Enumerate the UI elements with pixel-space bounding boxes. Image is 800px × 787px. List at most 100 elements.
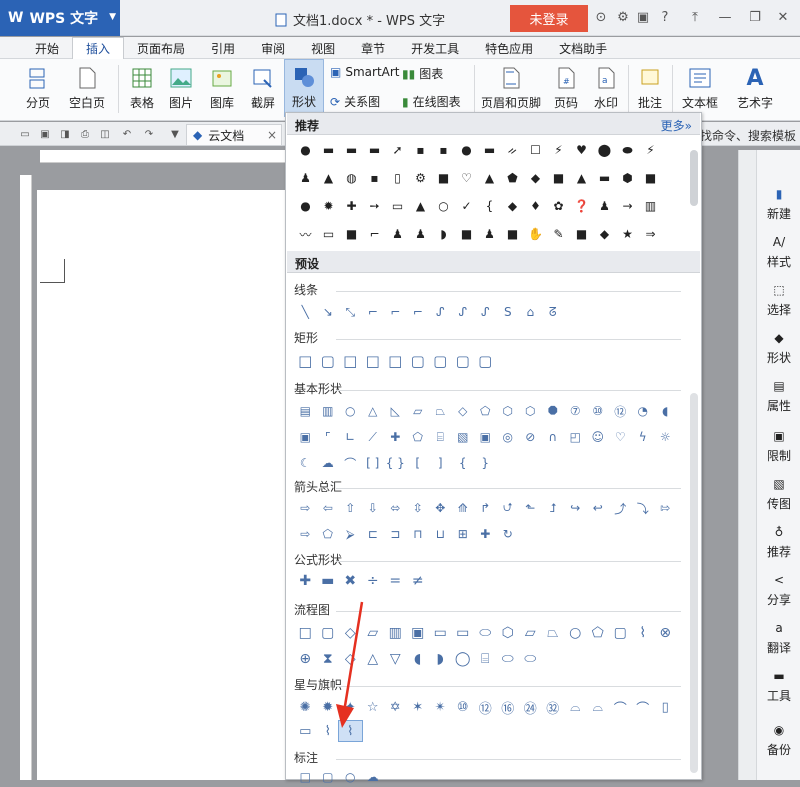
book-shape-icon[interactable]: ▬ — [593, 168, 616, 188]
double-arrow-line-shape-icon[interactable]: ⤡ — [339, 302, 362, 322]
half-frame-shape-icon[interactable]: ⌜ — [317, 427, 340, 447]
tab-view[interactable]: 视图 — [298, 37, 348, 59]
sidebar-item-backup[interactable]: ◉ 备份 — [757, 722, 800, 758]
square-shape-icon[interactable]: ■ — [570, 224, 593, 244]
restore-icon[interactable]: ❐ — [746, 8, 764, 26]
star24-shape-icon[interactable]: ㉔ — [519, 697, 542, 717]
sidebar-item-shape[interactable]: ◆ 形状 — [757, 330, 800, 366]
relation-chart-button[interactable]: ⟳ 关系图 — [330, 93, 380, 110]
predefined-process-shape-icon[interactable]: ▥ — [384, 623, 407, 643]
preview-icon[interactable]: ◫ — [98, 127, 112, 141]
equal-shape-icon[interactable]: = — [384, 571, 407, 591]
triangle-shape-icon[interactable]: ▲ — [478, 168, 501, 188]
block-arc-shape-icon[interactable]: ∩ — [542, 427, 565, 447]
cloud-sync-icon[interactable]: ▣ — [634, 8, 652, 26]
circle-shape-icon[interactable]: ● — [294, 140, 317, 160]
textbox-shape-icon[interactable]: ▤ — [294, 401, 317, 421]
summing-junction-shape-icon[interactable]: ⊗ — [654, 623, 677, 643]
arrow-right-shape-icon[interactable]: ➙ — [363, 196, 386, 216]
tab-references[interactable]: 引用 — [198, 37, 248, 59]
undo-icon[interactable]: ↶ — [120, 127, 134, 141]
left-right-arrow-shape-icon[interactable]: ⬄ — [384, 498, 407, 518]
quad-arrow-callout-shape-icon[interactable]: ✚ — [474, 524, 497, 544]
question-shape-icon[interactable]: ❓ — [570, 196, 593, 216]
quad-arrow-shape-icon[interactable]: ✥ — [429, 498, 452, 518]
curved-right-arrow-shape-icon[interactable]: ↪ — [564, 498, 587, 518]
tab-section[interactable]: 章节 — [348, 37, 398, 59]
preparation-shape-icon[interactable]: ⬡ — [497, 623, 520, 643]
curve-arrow-shape-icon[interactable]: ᔑ — [452, 302, 475, 322]
sequential-access-shape-icon[interactable]: ◯ — [452, 649, 475, 669]
leaf-shape-icon[interactable]: ◗ — [432, 224, 455, 244]
chart-button[interactable]: ▮▮ 图表 — [402, 65, 443, 82]
diamond-shape-icon[interactable]: ◆ — [501, 196, 524, 216]
connector-shape-icon[interactable]: ○ — [564, 623, 587, 643]
right-arrow-shape-icon[interactable]: ⇨ — [294, 498, 317, 518]
circle-shape-icon[interactable]: ● — [294, 196, 317, 216]
up-arrow-shape-icon[interactable]: ⇧ — [339, 498, 362, 518]
ribbon-up-shape-icon[interactable]: ⌓ — [564, 697, 587, 717]
online-chart-button[interactable]: ▮ 在线图表 — [402, 93, 461, 110]
textbox-button[interactable]: 文本框 — [676, 59, 724, 117]
arrow-line-shape-icon[interactable]: ↘ — [317, 302, 340, 322]
left-arrow-callout-shape-icon[interactable]: ⊐ — [384, 524, 407, 544]
can-shape-icon[interactable]: ⌸ — [429, 427, 452, 447]
chart-shape-icon[interactable]: ▥ — [639, 196, 662, 216]
document-page[interactable] — [37, 190, 285, 780]
cross-shape-icon[interactable]: ✚ — [384, 427, 407, 447]
triangle-shape-icon[interactable]: ▲ — [409, 196, 432, 216]
ribbon-down-shape-icon[interactable]: ⌓ — [587, 697, 610, 717]
right-arrow-callout-shape-icon[interactable]: ⊏ — [362, 524, 385, 544]
phone-shape-icon[interactable]: ▯ — [386, 168, 409, 188]
triangle-shape-icon[interactable]: △ — [362, 401, 385, 421]
bracket-shape-icon[interactable]: ⌐ — [363, 224, 386, 244]
manual-input-shape-icon[interactable]: ▱ — [519, 623, 542, 643]
no-symbol-shape-icon[interactable]: ⊘ — [519, 427, 542, 447]
cube-shape-icon[interactable]: ▧ — [452, 427, 475, 447]
chevron-shape-icon[interactable]: ⮚ — [339, 524, 362, 544]
preset-scrollbar[interactable] — [690, 393, 698, 773]
watermark-button[interactable]: a 水印 — [588, 59, 624, 117]
sidebar-item-translate[interactable]: a 翻译 — [757, 620, 800, 656]
sidebar-item-properties[interactable]: ▤ 属性 — [757, 378, 800, 414]
sidebar-item-upload-picture[interactable]: ▧ 传图 — [757, 476, 800, 512]
up-down-arrow-shape-icon[interactable]: ⇳ — [407, 498, 430, 518]
people-shape-icon[interactable]: ♟ — [593, 196, 616, 216]
diagonal-stripe-shape-icon[interactable]: ⟋ — [362, 427, 385, 447]
star10-shape-icon[interactable]: ⑩ — [452, 697, 475, 717]
document-shape-icon[interactable]: ▭ — [429, 623, 452, 643]
comment-button[interactable]: 批注 — [632, 59, 668, 117]
edit-shape-icon[interactable]: ✎ — [547, 224, 570, 244]
screenshot-button[interactable]: 截屏 — [244, 59, 282, 117]
curve-shape-icon[interactable]: S — [497, 302, 520, 322]
monitor-shape-icon[interactable]: ▭ — [386, 196, 409, 216]
pie-shape-icon[interactable]: ◔ — [632, 401, 655, 421]
gear-shape-icon[interactable]: ✿ — [547, 196, 570, 216]
delay-shape-icon[interactable]: ◗ — [429, 649, 452, 669]
internal-storage-shape-icon[interactable]: ▣ — [407, 623, 430, 643]
heart-outline-shape-icon[interactable]: ♡ — [455, 168, 478, 188]
sidebar-item-new[interactable]: ▮ 新建 — [757, 186, 800, 222]
square-shape-icon[interactable]: ■ — [639, 168, 662, 188]
curved-down-arrow-shape-icon[interactable]: ⤵ — [632, 498, 655, 518]
multiply-shape-icon[interactable]: ✖ — [339, 571, 362, 591]
parallelogram-shape-icon[interactable]: ▱ — [407, 401, 430, 421]
sun-shape-icon[interactable]: ☼ — [654, 427, 677, 447]
elbow-connector-shape-icon[interactable]: ⌐ — [362, 302, 385, 322]
print-icon[interactable]: ⎙ — [78, 127, 92, 141]
curved-ribbon-shape-icon[interactable]: ⌒ — [632, 697, 655, 717]
merge-shape-icon[interactable]: ▽ — [384, 649, 407, 669]
or-shape-icon[interactable]: ⊕ — [294, 649, 317, 669]
left-up-arrow-shape-icon[interactable]: ⬑ — [519, 498, 542, 518]
tab-page-layout[interactable]: 页面布局 — [124, 37, 198, 59]
gear-shape-icon[interactable]: ⚙ — [409, 168, 432, 188]
manual-operation-shape-icon[interactable]: ⏢ — [542, 623, 565, 643]
pentagon-arrow-shape-icon[interactable]: ⬠ — [317, 524, 340, 544]
rectangle-shape-icon[interactable]: ▬ — [478, 140, 501, 160]
horizontal-scroll-shape-icon[interactable]: ▭ — [294, 721, 317, 741]
multidocument-shape-icon[interactable]: ▭ — [452, 623, 475, 643]
folded-corner-shape-icon[interactable]: ◰ — [564, 427, 587, 447]
sidebar-item-style[interactable]: A/样式 — [757, 234, 800, 270]
octagon-shape-icon[interactable]: ● — [455, 140, 478, 160]
settings-icon[interactable]: ⚙ — [614, 8, 632, 26]
